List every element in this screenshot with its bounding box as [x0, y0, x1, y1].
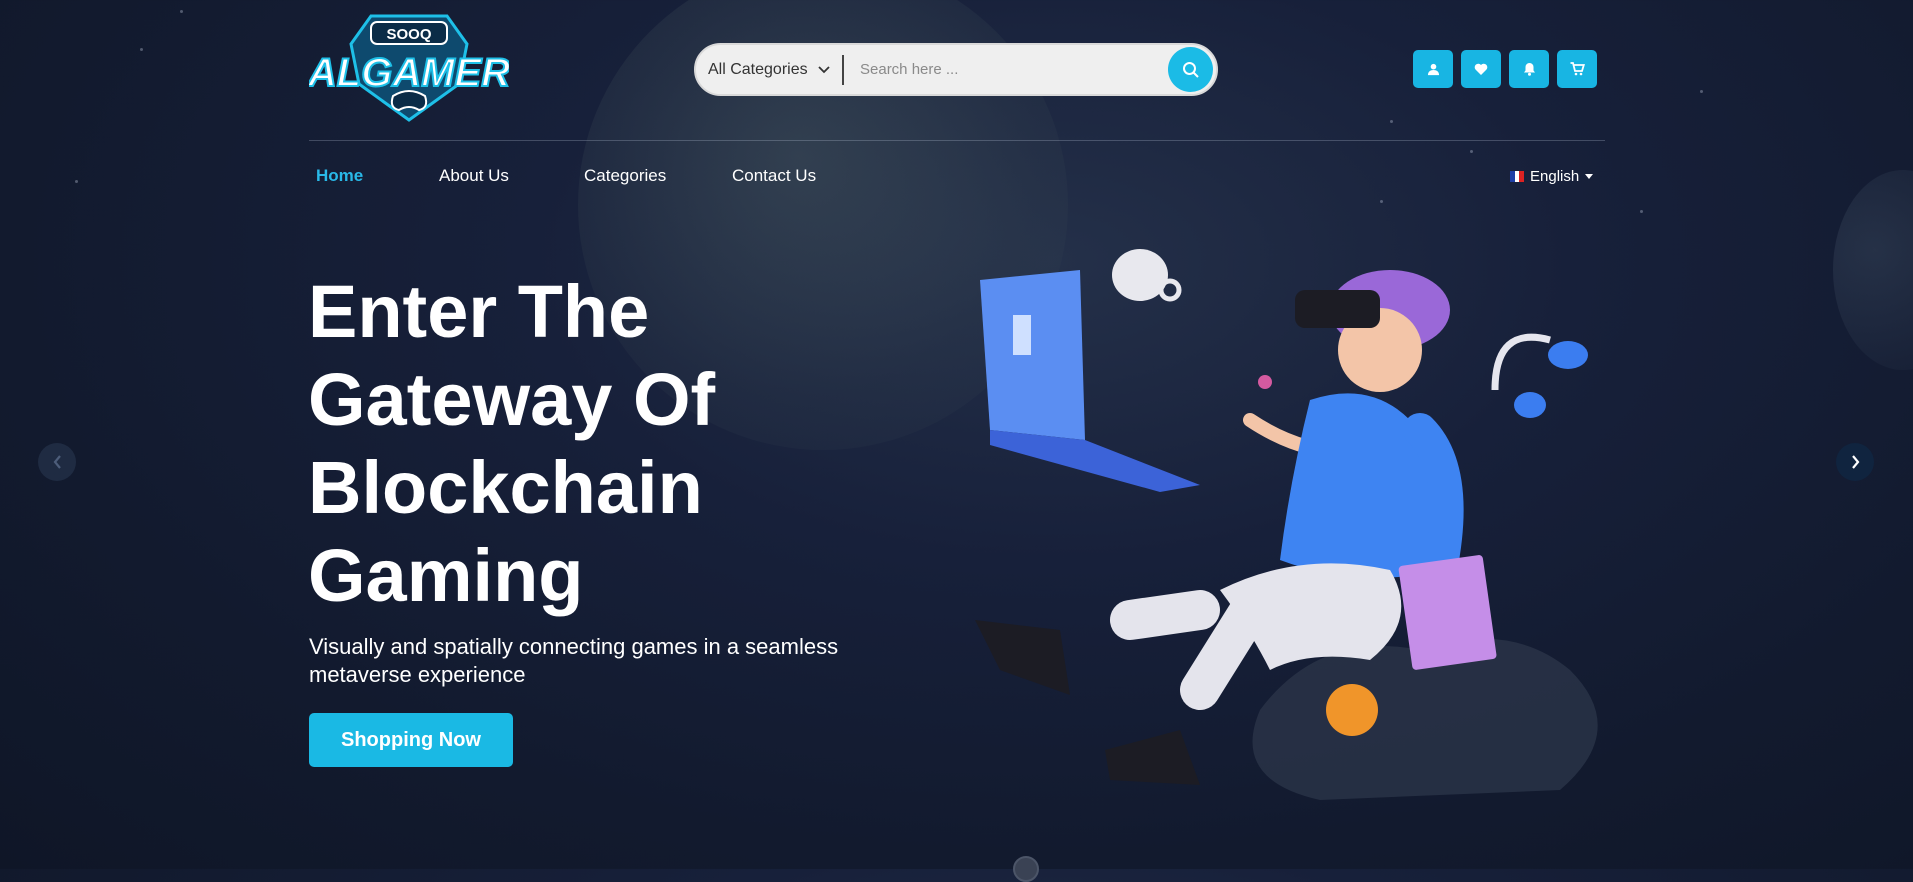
- notifications-button[interactable]: [1509, 50, 1549, 88]
- hero-title-line: Blockchain: [308, 446, 703, 529]
- caret-down-icon: [1585, 174, 1594, 179]
- wishlist-button[interactable]: [1461, 50, 1501, 88]
- chevron-down-icon: [817, 65, 830, 73]
- carousel-next-button[interactable]: [1836, 443, 1874, 481]
- main-nav: Home About Us Categories Contact Us: [316, 166, 816, 186]
- background-star: [1380, 200, 1383, 203]
- search-icon: [1182, 61, 1199, 78]
- nav-item-home[interactable]: Home: [316, 166, 439, 186]
- bell-icon: [1523, 63, 1535, 76]
- hero-subtitle: Visually and spatially connecting games …: [309, 634, 839, 687]
- hero-title: Enter The Gateway Of Blockchain Gaming: [308, 268, 928, 620]
- background-star: [1640, 210, 1643, 213]
- carousel-prev-button[interactable]: [38, 443, 76, 481]
- logo-top-text: SOOQ: [386, 26, 431, 43]
- hero-title-line: Gaming: [308, 534, 584, 617]
- header-divider: [309, 140, 1605, 141]
- cart-button[interactable]: [1557, 50, 1597, 88]
- background-star: [75, 180, 78, 183]
- background-star: [180, 10, 183, 13]
- category-dropdown[interactable]: All Categories: [696, 61, 842, 79]
- flag-icon: [1510, 171, 1525, 182]
- background-star: [1470, 150, 1473, 153]
- heart-icon: [1474, 63, 1488, 75]
- background-star: [1390, 120, 1393, 123]
- shopping-now-button[interactable]: Shopping Now: [309, 713, 513, 767]
- chevron-right-icon: [1851, 455, 1859, 469]
- category-dropdown-label: All Categories: [708, 60, 808, 78]
- carousel-dot[interactable]: [1013, 856, 1039, 882]
- nav-item-about-us[interactable]: About Us: [439, 166, 584, 186]
- site-logo[interactable]: SOOQ ALGAMER: [306, 14, 511, 122]
- search-button[interactable]: [1168, 47, 1213, 92]
- language-selector[interactable]: English: [1510, 168, 1594, 185]
- nav-item-categories[interactable]: Categories: [584, 166, 732, 186]
- search-bar: All Categories: [694, 43, 1218, 96]
- language-label: English: [1530, 168, 1580, 185]
- user-icon: [1427, 63, 1439, 75]
- search-input[interactable]: [844, 48, 1168, 91]
- nav-item-contact-us[interactable]: Contact Us: [732, 166, 816, 186]
- hero-title-line: Gateway Of: [308, 358, 716, 441]
- account-button[interactable]: [1413, 50, 1453, 88]
- hero-title-line: Enter The: [308, 270, 650, 353]
- background-star: [140, 48, 143, 51]
- chevron-left-icon: [53, 455, 61, 469]
- logo-main-text: ALGAMER: [309, 51, 509, 95]
- hero-illustration: [960, 230, 1620, 800]
- cart-icon: [1570, 62, 1585, 76]
- background-orb: [1833, 170, 1913, 370]
- header-icon-group: [1413, 50, 1597, 88]
- background-star: [1700, 90, 1703, 93]
